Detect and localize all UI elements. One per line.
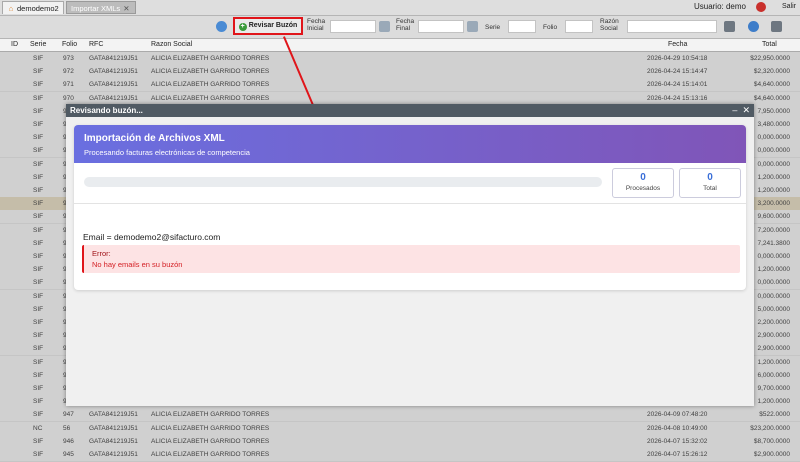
import-subheading: Procesando facturas electrónicas de comp… — [84, 148, 250, 157]
dialog-body: Importación de Archivos XML Procesando f… — [66, 117, 754, 406]
calendar-icon[interactable] — [467, 21, 478, 32]
col-id[interactable]: ID — [11, 41, 18, 48]
col-razon-social[interactable]: Razon Social — [151, 41, 192, 48]
tab-importar-xmls-label: Importar XMLs — [71, 4, 121, 13]
tab-home[interactable]: ⌂ demodemo2 — [2, 1, 64, 14]
revisar-buzon-button[interactable]: + Revisar Buzón — [233, 17, 303, 35]
fecha-inicial-label: Fecha Inicial — [307, 18, 326, 32]
divider — [74, 203, 746, 204]
logout-icon[interactable] — [756, 2, 766, 12]
folio-input[interactable] — [565, 20, 593, 33]
total-stat: 0 Total — [679, 168, 741, 198]
plus-icon: + — [238, 23, 247, 31]
top-bar: ⌂ demodemo2 Importar XMLs ✕ Usuario: demo … — [0, 0, 800, 16]
processed-stat: 0 Procesados — [612, 168, 674, 198]
folio-label: Folio — [543, 24, 558, 31]
user-label: Usuario: demo — [693, 2, 746, 11]
progress-bar — [84, 177, 602, 187]
revisando-buzon-dialog: Revisando buzón... – ✕ Importación de Ar… — [66, 104, 754, 406]
import-card: Importación de Archivos XML Procesando f… — [74, 125, 746, 290]
serie-label: Serie — [485, 24, 501, 31]
processed-count: 0 — [640, 172, 646, 183]
fecha-inicial-input[interactable] — [330, 20, 376, 33]
fecha-final-label: Fecha Final — [396, 18, 415, 32]
refresh-icon[interactable] — [216, 21, 227, 32]
col-serie[interactable]: Serie — [30, 41, 46, 48]
fecha-final-input[interactable] — [418, 20, 464, 33]
settings-icon[interactable] — [771, 21, 782, 32]
revisar-buzon-label: Revisar Buzón — [248, 22, 298, 29]
col-rfc[interactable]: RFC — [89, 41, 103, 48]
toolbar: + Revisar Buzón Fecha Inicial Fecha Final… — [0, 16, 800, 39]
col-fecha[interactable]: Fecha — [668, 41, 687, 48]
home-icon: ⌂ — [8, 4, 14, 13]
close-icon[interactable]: ✕ — [123, 4, 129, 13]
col-total[interactable]: Total — [762, 41, 777, 48]
print-icon[interactable] — [724, 21, 735, 32]
email-line: Email = demodemo2@sifacturo.com — [83, 232, 221, 242]
error-title: Error: — [92, 249, 111, 258]
total-label: Total — [703, 185, 717, 192]
tab-importar-xmls[interactable]: Importar XMLs ✕ — [66, 1, 136, 14]
error-message: No hay emails en su buzón — [92, 260, 183, 269]
error-alert: Error: No hay emails en su buzón — [82, 245, 740, 273]
tab-home-label: demodemo2 — [17, 4, 59, 13]
info-icon[interactable] — [748, 21, 759, 32]
close-icon[interactable]: ✕ — [742, 105, 750, 115]
import-card-header: Importación de Archivos XML Procesando f… — [74, 125, 746, 163]
col-folio[interactable]: Folio — [62, 41, 77, 48]
import-heading: Importación de Archivos XML — [84, 133, 225, 144]
total-count: 0 — [707, 172, 713, 183]
processed-label: Procesados — [625, 185, 661, 192]
razon-social-input[interactable] — [627, 20, 717, 33]
razon-social-label: Razón Social — [600, 18, 619, 32]
serie-input[interactable] — [508, 20, 536, 33]
logout-button[interactable]: Salir — [782, 3, 796, 10]
dialog-title: Revisando buzón... — [66, 104, 754, 117]
calendar-icon[interactable] — [379, 21, 390, 32]
minimize-icon[interactable]: – — [732, 105, 737, 115]
